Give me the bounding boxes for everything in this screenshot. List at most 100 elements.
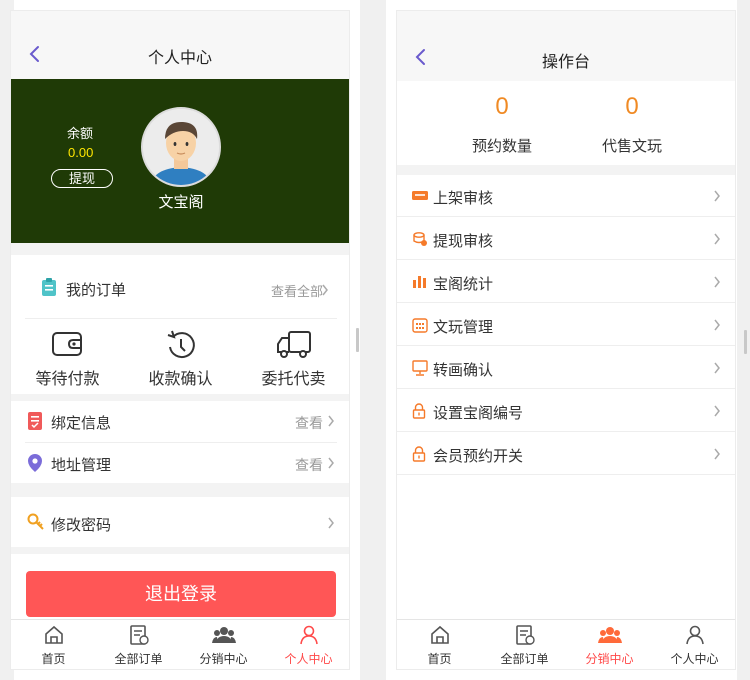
console-screen: 操作台 0 预约数量 0 代售文玩 上架审核 提现审核 宝阁统计 文玩管理 转画…	[396, 10, 736, 670]
tab-all-orders[interactable]: 全部订单	[96, 620, 181, 669]
menu-listing-review[interactable]: 上架审核	[397, 175, 735, 217]
bar-chart-icon	[413, 276, 426, 288]
tab-all-orders-label: 全部订单	[114, 652, 163, 666]
stats-panel: 0 预约数量 0 代售文玩	[397, 81, 735, 165]
tab-distribution-label: 分销中心	[199, 652, 248, 666]
address-row[interactable]: 地址管理 查看	[11, 443, 349, 483]
tab-home-label: 首页	[427, 652, 452, 666]
tab-bar: 首页 全部订单 分销中心 个人中心	[11, 619, 349, 669]
lock-icon	[412, 446, 426, 462]
pending-payment-label: 等待付款	[35, 371, 100, 388]
address-view: 查看	[295, 457, 323, 473]
info-rows-card: 绑定信息 查看 地址管理 查看	[11, 401, 349, 483]
nav-bar: 操作台	[397, 11, 735, 81]
resize-handle[interactable]	[356, 328, 359, 352]
tab-home[interactable]: 首页	[11, 620, 96, 669]
menu-statistics-label: 宝阁统计	[433, 276, 494, 293]
tab-home[interactable]: 首页	[397, 620, 482, 669]
change-password-row[interactable]: 修改密码	[11, 503, 349, 543]
tab-distribution[interactable]: 分销中心	[567, 620, 652, 669]
order-status-grid: 等待付款 收款确认 委托代卖	[11, 319, 349, 394]
chevron-right-icon	[714, 448, 720, 460]
consignment-count-value: 0	[625, 93, 639, 120]
payment-confirm-item[interactable]: 收款确认	[124, 319, 237, 394]
menu-set-shop-number-label: 设置宝阁编号	[433, 405, 524, 422]
username: 文宝阁	[11, 191, 349, 212]
tab-all-orders[interactable]: 全部订单	[482, 620, 567, 669]
truck-icon	[276, 331, 311, 358]
menu-statistics[interactable]: 宝阁统计	[397, 261, 735, 303]
tab-home-label: 首页	[41, 652, 66, 666]
balance-value: 0.00	[68, 145, 94, 160]
my-orders-label: 我的订单	[66, 282, 127, 299]
menu-member-reservation-toggle[interactable]: 会员预约开关	[397, 433, 735, 475]
user-avatar-icon	[143, 109, 219, 185]
resize-handle[interactable]	[744, 330, 747, 354]
coins-icon	[413, 232, 427, 246]
clipboard-icon	[42, 278, 56, 296]
consignment-count-label: 代售文玩	[601, 138, 662, 155]
orders-icon	[515, 625, 535, 645]
password-card: 修改密码	[11, 497, 349, 547]
console-menu: 上架审核 提现审核 宝阁统计 文玩管理 转画确认 设置宝阁编号 会员预约开关	[397, 175, 735, 475]
menu-withdraw-review[interactable]: 提现审核	[397, 218, 735, 260]
group-icon	[211, 627, 236, 643]
location-icon	[28, 454, 42, 472]
bind-info-label: 绑定信息	[51, 415, 112, 432]
page-title: 个人中心	[147, 50, 212, 67]
tab-distribution-label: 分销中心	[585, 652, 634, 666]
chevron-right-icon	[328, 517, 334, 529]
chevron-right-icon	[714, 276, 720, 288]
consignment-label: 委托代卖	[261, 371, 326, 388]
profile-header: 余额 0.00 提现 文宝阁	[11, 79, 349, 243]
empty-area	[397, 475, 735, 622]
group-icon	[597, 627, 622, 643]
tab-personal-center[interactable]: 个人中心	[266, 620, 349, 669]
balance-label: 余额	[67, 126, 94, 141]
menu-antique-management-label: 文玩管理	[433, 319, 494, 336]
personal-center-screen: 个人中心 余额 0.00 提现 文宝阁 我的订单 查看全部 等待付款 收款确认 …	[10, 10, 350, 670]
lock-icon	[412, 403, 426, 419]
menu-withdraw-review-label: 提现审核	[433, 233, 494, 250]
chevron-right-icon	[714, 190, 720, 202]
pending-payment-item[interactable]: 等待付款	[11, 319, 124, 394]
home-icon	[44, 625, 63, 644]
menu-set-shop-number[interactable]: 设置宝阁编号	[397, 390, 735, 432]
chevron-right-icon	[714, 362, 720, 374]
tab-bar: 首页 全部订单 分销中心 个人中心	[397, 619, 735, 669]
page-title: 操作台	[541, 54, 590, 71]
chevron-right-icon	[714, 405, 720, 417]
key-icon	[27, 513, 44, 530]
logout-button[interactable]: 退出登录	[26, 571, 336, 617]
change-password-label: 修改密码	[51, 517, 112, 534]
address-label: 地址管理	[51, 457, 112, 474]
wallet-icon	[51, 332, 82, 356]
calendar-icon	[412, 318, 428, 333]
withdraw-button[interactable]: 提现	[51, 169, 113, 188]
tab-all-orders-label: 全部订单	[500, 652, 549, 666]
monitor-icon	[412, 360, 428, 376]
gutter-middle	[360, 0, 386, 680]
tab-personal-center-label: 个人中心	[284, 652, 333, 666]
consignment-item[interactable]: 委托代卖	[237, 319, 349, 394]
consignment-count[interactable]: 0 代售文玩	[547, 81, 717, 165]
tab-personal-center[interactable]: 个人中心	[652, 620, 735, 669]
person-icon	[299, 625, 318, 645]
orders-icon	[129, 625, 149, 645]
menu-antique-management[interactable]: 文玩管理	[397, 304, 735, 346]
menu-transfer-confirm[interactable]: 转画确认	[397, 347, 735, 389]
chevron-right-icon	[322, 284, 328, 296]
avatar[interactable]	[141, 107, 221, 187]
tab-distribution[interactable]: 分销中心	[181, 620, 266, 669]
person-icon	[685, 625, 704, 645]
card-icon	[412, 191, 428, 200]
menu-listing-review-label: 上架审核	[433, 190, 494, 207]
bind-info-row[interactable]: 绑定信息 查看	[11, 401, 349, 441]
view-all-orders-link[interactable]: 查看全部	[271, 281, 323, 300]
username-text: 文宝阁	[158, 194, 204, 211]
menu-transfer-confirm-label: 转画确认	[433, 362, 494, 379]
menu-member-reservation-toggle-label: 会员预约开关	[433, 448, 524, 465]
my-orders-header[interactable]: 我的订单 查看全部	[11, 255, 349, 319]
nav-bar: 个人中心	[11, 11, 349, 79]
payment-confirm-label: 收款确认	[148, 371, 213, 388]
